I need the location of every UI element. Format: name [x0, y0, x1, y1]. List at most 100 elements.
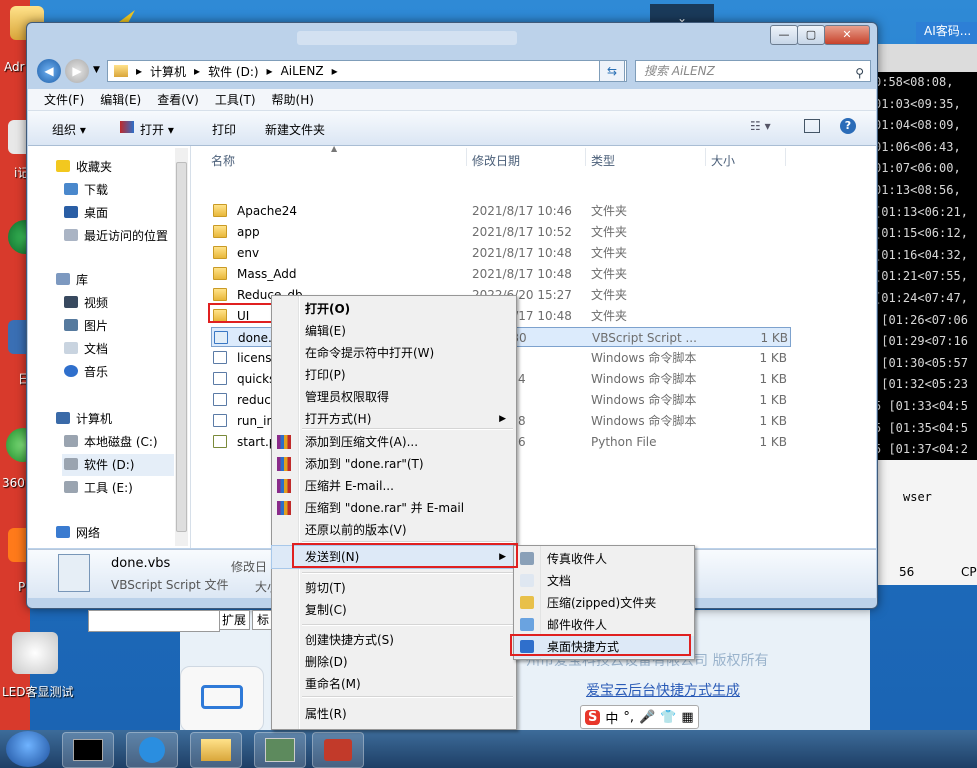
console-line: [01:32<05:23	[874, 377, 968, 392]
cmd-file-icon	[213, 351, 227, 364]
preview-pane-icon[interactable]	[804, 119, 820, 133]
cmd-icon	[73, 739, 103, 761]
context-menu-item[interactable]: 管理员权限取得	[272, 386, 516, 408]
start-button[interactable]	[6, 731, 50, 767]
menu-item-label: 添加到压缩文件(A)...	[305, 435, 419, 449]
taskbar-explorer[interactable]	[190, 732, 242, 768]
column-size[interactable]: 大小	[711, 152, 735, 169]
print-button[interactable]: 打印	[212, 121, 236, 138]
address-bar[interactable]: ▸ 计算机 ▸ 软件 (D:) ▸ AiLENZ ▸	[107, 60, 627, 82]
close-button[interactable]: ✕	[824, 25, 870, 45]
skin-icon[interactable]: 👕	[660, 710, 676, 725]
grid-icon[interactable]: ▦	[681, 710, 693, 725]
ime-punct[interactable]: °,	[623, 710, 634, 725]
menu-item-label: 添加到 "done.rar"(T)	[305, 457, 424, 471]
file-row[interactable]: app 2021/8/17 10:52 文件夹	[211, 222, 791, 242]
file-row[interactable]: Apache24 2021/8/17 10:46 文件夹	[211, 201, 791, 221]
send-to-item[interactable]: 传真收件人	[514, 548, 694, 570]
search-input[interactable]: 搜索 AiLENZ ⚲	[635, 60, 871, 82]
file-size: 1 KB	[759, 372, 787, 386]
context-menu-item[interactable]: 添加到压缩文件(A)...	[272, 431, 516, 453]
new-folder-button[interactable]: 新建文件夹	[265, 121, 325, 138]
context-menu-item[interactable]: 打开方式(H) ▶	[272, 408, 516, 430]
context-menu-item[interactable]: 压缩并 E-mail...	[272, 475, 516, 497]
refresh-button[interactable]: ⇆	[599, 60, 625, 82]
submenu-arrow-icon: ▶	[499, 414, 506, 424]
taskbar-remote[interactable]	[126, 732, 178, 768]
organize-button[interactable]: 组织 ▾	[52, 121, 86, 138]
recent-pages-chevron-icon[interactable]: ▼	[93, 65, 100, 75]
send-to-item[interactable]: 文档	[514, 570, 694, 592]
forward-button[interactable]: ▶	[65, 59, 89, 83]
menu-tools[interactable]: 工具(T)	[215, 91, 256, 108]
nav-scrollbar[interactable]	[175, 148, 188, 546]
view-options-icon[interactable]: ☷ ▾	[750, 119, 771, 133]
send-to-item[interactable]: 压缩(zipped)文件夹	[514, 592, 694, 614]
nav-drive-d[interactable]: 软件 (D:)	[62, 454, 174, 476]
back-button[interactable]: ◀	[37, 59, 61, 83]
menu-view[interactable]: 查看(V)	[157, 91, 199, 108]
nav-computer[interactable]: 计算机	[56, 408, 112, 430]
file-row[interactable]: Mass_Add 2021/8/17 10:48 文件夹	[211, 264, 791, 284]
context-menu-item[interactable]: 添加到 "done.rar"(T)	[272, 453, 516, 475]
ime-mode[interactable]: 中	[605, 708, 618, 727]
context-menu-item[interactable]: 在命令提示符中打开(W)	[272, 342, 516, 364]
nav-downloads[interactable]: 下载	[64, 179, 108, 201]
nav-recent[interactable]: 最近访问的位置	[64, 225, 168, 247]
nav-drive-e[interactable]: 工具 (E:)	[64, 477, 133, 499]
nav-favorites[interactable]: 收藏夹	[56, 156, 112, 178]
column-name[interactable]: 名称	[211, 152, 235, 169]
breadcrumb-item[interactable]: 计算机	[150, 63, 186, 80]
context-menu-item[interactable]: 压缩到 "done.rar" 并 E-mail	[272, 497, 516, 519]
context-menu-item[interactable]: 删除(D)	[272, 651, 516, 673]
shortcut-link[interactable]: 爱宝云后台快捷方式生成	[586, 680, 740, 700]
search-icon[interactable]: ⚲	[855, 63, 864, 83]
bg-tab[interactable]: 扩展	[218, 610, 250, 630]
browser-tab[interactable]: AI客码...	[916, 22, 977, 44]
file-size: 1 KB	[759, 351, 787, 365]
context-menu-item[interactable]: 编辑(E)	[272, 320, 516, 342]
menu-edit[interactable]: 编辑(E)	[100, 91, 141, 108]
breadcrumb-item[interactable]: AiLENZ	[281, 64, 324, 78]
column-modified[interactable]: 修改日期	[472, 152, 520, 169]
context-menu-item[interactable]: 重命名(M)	[272, 673, 516, 695]
context-menu-item[interactable]: 属性(R)	[272, 703, 516, 725]
taskbar-toolbox[interactable]	[312, 732, 364, 768]
context-menu-item[interactable]: 打印(P)	[272, 364, 516, 386]
nav-pictures[interactable]: 图片	[64, 315, 108, 337]
taskbar-cmd[interactable]	[62, 732, 114, 768]
context-menu-item[interactable]: 剪切(T)	[272, 577, 516, 599]
nav-documents[interactable]: 文档	[64, 338, 108, 360]
microphone-icon[interactable]: 🎤	[639, 710, 655, 725]
send-to-item[interactable]: 邮件收件人	[514, 614, 694, 636]
nav-music[interactable]: 音乐	[64, 361, 108, 383]
nav-desktop[interactable]: 桌面	[64, 202, 108, 224]
menu-help[interactable]: 帮助(H)	[272, 91, 314, 108]
cmd-file-icon	[213, 393, 227, 406]
nav-network[interactable]: 网络	[56, 522, 100, 544]
help-icon[interactable]: ?	[840, 118, 856, 134]
handshake-icon[interactable]	[12, 632, 58, 674]
window-caption[interactable]: — ▢ ✕	[27, 23, 877, 55]
nav-videos[interactable]: 视频	[64, 292, 108, 314]
open-button[interactable]: 打开 ▾	[140, 121, 174, 138]
scroll-thumb[interactable]	[176, 162, 187, 532]
taskbar-taskmgr[interactable]	[254, 732, 306, 768]
context-menu-item[interactable]: 创建快捷方式(S)	[272, 629, 516, 651]
ime-toolbar[interactable]: S 中 °, 🎤 👕 ▦	[580, 705, 699, 729]
menu-item-label: 打开(O)	[305, 302, 351, 316]
library-icon	[56, 273, 70, 285]
column-type[interactable]: 类型	[591, 152, 615, 169]
file-row[interactable]: env 2021/8/17 10:48 文件夹	[211, 243, 791, 263]
sogou-icon[interactable]: S	[585, 709, 601, 725]
menu-file[interactable]: 文件(F)	[44, 91, 84, 108]
breadcrumb-item[interactable]: 软件 (D:)	[208, 63, 258, 80]
nav-libraries[interactable]: 库	[56, 269, 88, 291]
context-menu-item[interactable]: 打开(O)	[272, 298, 516, 320]
minimize-button[interactable]: —	[770, 25, 798, 45]
keyboard-tile[interactable]	[180, 666, 264, 732]
maximize-button[interactable]: ▢	[797, 25, 825, 45]
nav-drive-c[interactable]: 本地磁盘 (C:)	[64, 431, 158, 453]
context-menu-item[interactable]: 还原以前的版本(V)	[272, 519, 516, 541]
context-menu-item[interactable]: 复制(C)	[272, 599, 516, 621]
